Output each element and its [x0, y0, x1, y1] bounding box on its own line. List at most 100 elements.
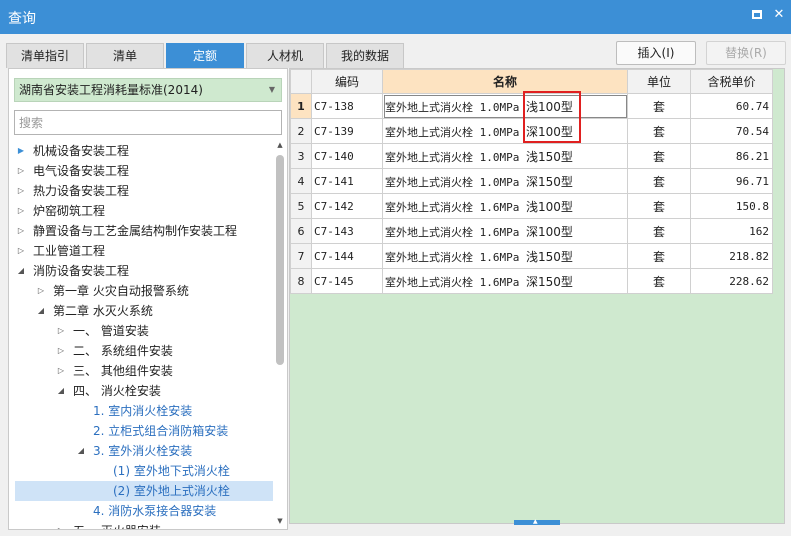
expand-arrow-icon[interactable]: ▷	[15, 161, 27, 181]
cell-name[interactable]: 室外地上式消火栓 1.0MPa 深150型	[382, 168, 628, 194]
tab-labor-material-machine[interactable]: 人材机	[246, 43, 324, 68]
cell-code[interactable]: C7-142	[311, 193, 383, 219]
tree-item[interactable]: 1. 室内消火栓安装	[15, 401, 273, 421]
cell-code[interactable]: C7-138	[311, 93, 383, 119]
table-row[interactable]: 6 C7-143 室外地上式消火栓 1.6MPa 深100型 套 162	[290, 218, 773, 244]
row-number: 2	[290, 118, 312, 144]
cell-price[interactable]: 70.54	[690, 118, 773, 144]
category-tree: ▶ 机械设备安装工程 ▷ 电气设备安装工程 ▷ 热力设备安装工程 ▷ 炉窑砌筑工程 ▷ 静…	[15, 141, 273, 529]
table-row[interactable]: 7 C7-144 室外地上式消火栓 1.6MPa 浅150型 套 218.82	[290, 243, 773, 269]
table-row[interactable]: 3 C7-140 室外地上式消火栓 1.0MPa 浅150型 套 86.21	[290, 143, 773, 169]
cell-name[interactable]: 室外地上式消火栓 1.6MPa 深150型	[382, 268, 628, 294]
expand-arrow-icon[interactable]: ▷	[55, 521, 67, 529]
cell-code[interactable]: C7-140	[311, 143, 383, 169]
cell-price[interactable]: 150.8	[690, 193, 773, 219]
expand-arrow-icon[interactable]: ▷	[55, 321, 67, 341]
tab-bill[interactable]: 清单	[86, 43, 164, 68]
cell-code[interactable]: C7-144	[311, 243, 383, 269]
cell-name[interactable]: 室外地上式消火栓 1.0MPa 浅100型	[382, 93, 628, 119]
column-header-code[interactable]: 编码	[311, 69, 383, 94]
row-number: 3	[290, 143, 312, 169]
cell-name[interactable]: 室外地上式消火栓 1.6MPa 浅100型	[382, 193, 628, 219]
cell-price[interactable]: 228.62	[690, 268, 773, 294]
scroll-down-icon[interactable]: ▼	[275, 517, 285, 525]
collapse-arrow-icon[interactable]: ◢	[15, 261, 27, 281]
tree-item[interactable]: ◢ 3. 室外消火栓安装	[15, 441, 273, 461]
tree-item[interactable]: ▷五、 灭火器安装	[15, 521, 273, 529]
cell-code[interactable]: C7-139	[311, 118, 383, 144]
insert-button[interactable]: 插入(I)	[616, 41, 696, 65]
tab-quota[interactable]: 定额	[166, 43, 244, 68]
row-number: 7	[290, 243, 312, 269]
cell-price[interactable]: 96.71	[690, 168, 773, 194]
scroll-up-icon[interactable]: ▲	[275, 141, 285, 149]
search-input[interactable]	[14, 110, 282, 135]
tab-bill-guide[interactable]: 清单指引	[6, 43, 84, 68]
cell-unit[interactable]: 套	[627, 218, 691, 244]
table-row[interactable]: 5 C7-142 室外地上式消火栓 1.6MPa 浅100型 套 150.8	[290, 193, 773, 219]
standard-select[interactable]: 湖南省安装工程消耗量标准(2014) ▼	[14, 78, 282, 102]
tree-item-selected[interactable]: (2) 室外地上式消火栓	[15, 481, 273, 501]
column-header-name[interactable]: 名称	[382, 69, 628, 94]
tree-item[interactable]: ▷ 工业管道工程	[15, 241, 273, 261]
cell-price[interactable]: 162	[690, 218, 773, 244]
cell-name[interactable]: 室外地上式消火栓 1.0MPa 深100型	[382, 118, 628, 144]
tree-item[interactable]: ▷ 三、 其他组件安装	[15, 361, 273, 381]
results-panel: 编码 名称 单位 含税单价 1 C7-138 室外地上式消火栓 1.0MPa 浅…	[289, 68, 785, 525]
cell-name[interactable]: 室外地上式消火栓 1.6MPa 浅150型	[382, 243, 628, 269]
expand-arrow-icon[interactable]: ▷	[15, 201, 27, 221]
tree-item[interactable]: ▷ 热力设备安装工程	[15, 181, 273, 201]
tree-scrollbar[interactable]: ▲ ▼	[275, 141, 285, 529]
tree-item[interactable]: 2. 立柜式组合消防箱安装	[15, 421, 273, 441]
tree-item[interactable]: ◢ 第二章 水灭火系统	[15, 301, 273, 321]
cell-unit[interactable]: 套	[627, 143, 691, 169]
cell-price[interactable]: 60.74	[690, 93, 773, 119]
cell-code[interactable]: C7-145	[311, 268, 383, 294]
cell-code[interactable]: C7-143	[311, 218, 383, 244]
cell-name[interactable]: 室外地上式消火栓 1.6MPa 深100型	[382, 218, 628, 244]
column-header-unit[interactable]: 单位	[627, 69, 691, 94]
tab-my-data[interactable]: 我的数据	[326, 43, 404, 68]
maximize-button[interactable]	[748, 6, 766, 24]
tree-item[interactable]: ▷ 第一章 火灾自动报警系统	[15, 281, 273, 301]
scrollbar-thumb[interactable]	[276, 155, 284, 365]
tree-item[interactable]: ◢ 消防设备安装工程	[15, 261, 273, 281]
cell-unit[interactable]: 套	[627, 93, 691, 119]
cell-name[interactable]: 室外地上式消火栓 1.0MPa 浅150型	[382, 143, 628, 169]
cell-unit[interactable]: 套	[627, 243, 691, 269]
tree-item[interactable]: ▶ 机械设备安装工程	[15, 141, 273, 161]
cell-price[interactable]: 86.21	[690, 143, 773, 169]
tree-item[interactable]: ▷ 静置设备与工艺金属结构制作安装工程	[15, 221, 273, 241]
tree-item[interactable]: ◢ 四、 消火栓安装	[15, 381, 273, 401]
close-button[interactable]: ✕	[770, 6, 788, 24]
replace-button[interactable]: 替换(R)	[706, 41, 786, 65]
expand-arrow-icon[interactable]: ▷	[55, 341, 67, 361]
tree-item[interactable]: (1) 室外地下式消火栓	[15, 461, 273, 481]
expand-arrow-icon[interactable]: ▷	[15, 241, 27, 261]
cell-price[interactable]: 218.82	[690, 243, 773, 269]
table-header-row: 编码 名称 单位 含税单价	[290, 69, 773, 94]
collapse-arrow-icon[interactable]: ◢	[55, 381, 67, 401]
tree-item[interactable]: ▷ 炉窑砌筑工程	[15, 201, 273, 221]
tree-item[interactable]: ▷ 电气设备安装工程	[15, 161, 273, 181]
panel-splitter-handle[interactable]: ▲	[514, 518, 560, 525]
cell-unit[interactable]: 套	[627, 168, 691, 194]
tree-item[interactable]: ▷ 二、 系统组件安装	[15, 341, 273, 361]
cell-code[interactable]: C7-141	[311, 168, 383, 194]
collapse-arrow-icon[interactable]: ◢	[35, 301, 47, 321]
expand-arrow-icon[interactable]: ▷	[15, 181, 27, 201]
cell-unit[interactable]: 套	[627, 193, 691, 219]
cell-unit[interactable]: 套	[627, 118, 691, 144]
chevron-down-icon: ▼	[268, 85, 275, 94]
cell-unit[interactable]: 套	[627, 268, 691, 294]
tree-item[interactable]: 4. 消防水泵接合器安装	[15, 501, 273, 521]
expand-arrow-icon[interactable]: ▶	[15, 141, 27, 161]
table-row[interactable]: 8 C7-145 室外地上式消火栓 1.6MPa 深150型 套 228.62	[290, 268, 773, 294]
expand-arrow-icon[interactable]: ▷	[35, 281, 47, 301]
expand-arrow-icon[interactable]: ▷	[55, 361, 67, 381]
collapse-arrow-icon[interactable]: ◢	[75, 441, 87, 461]
table-row[interactable]: 4 C7-141 室外地上式消火栓 1.0MPa 深150型 套 96.71	[290, 168, 773, 194]
tree-item[interactable]: ▷ 一、 管道安装	[15, 321, 273, 341]
column-header-price[interactable]: 含税单价	[690, 69, 773, 94]
expand-arrow-icon[interactable]: ▷	[15, 221, 27, 241]
